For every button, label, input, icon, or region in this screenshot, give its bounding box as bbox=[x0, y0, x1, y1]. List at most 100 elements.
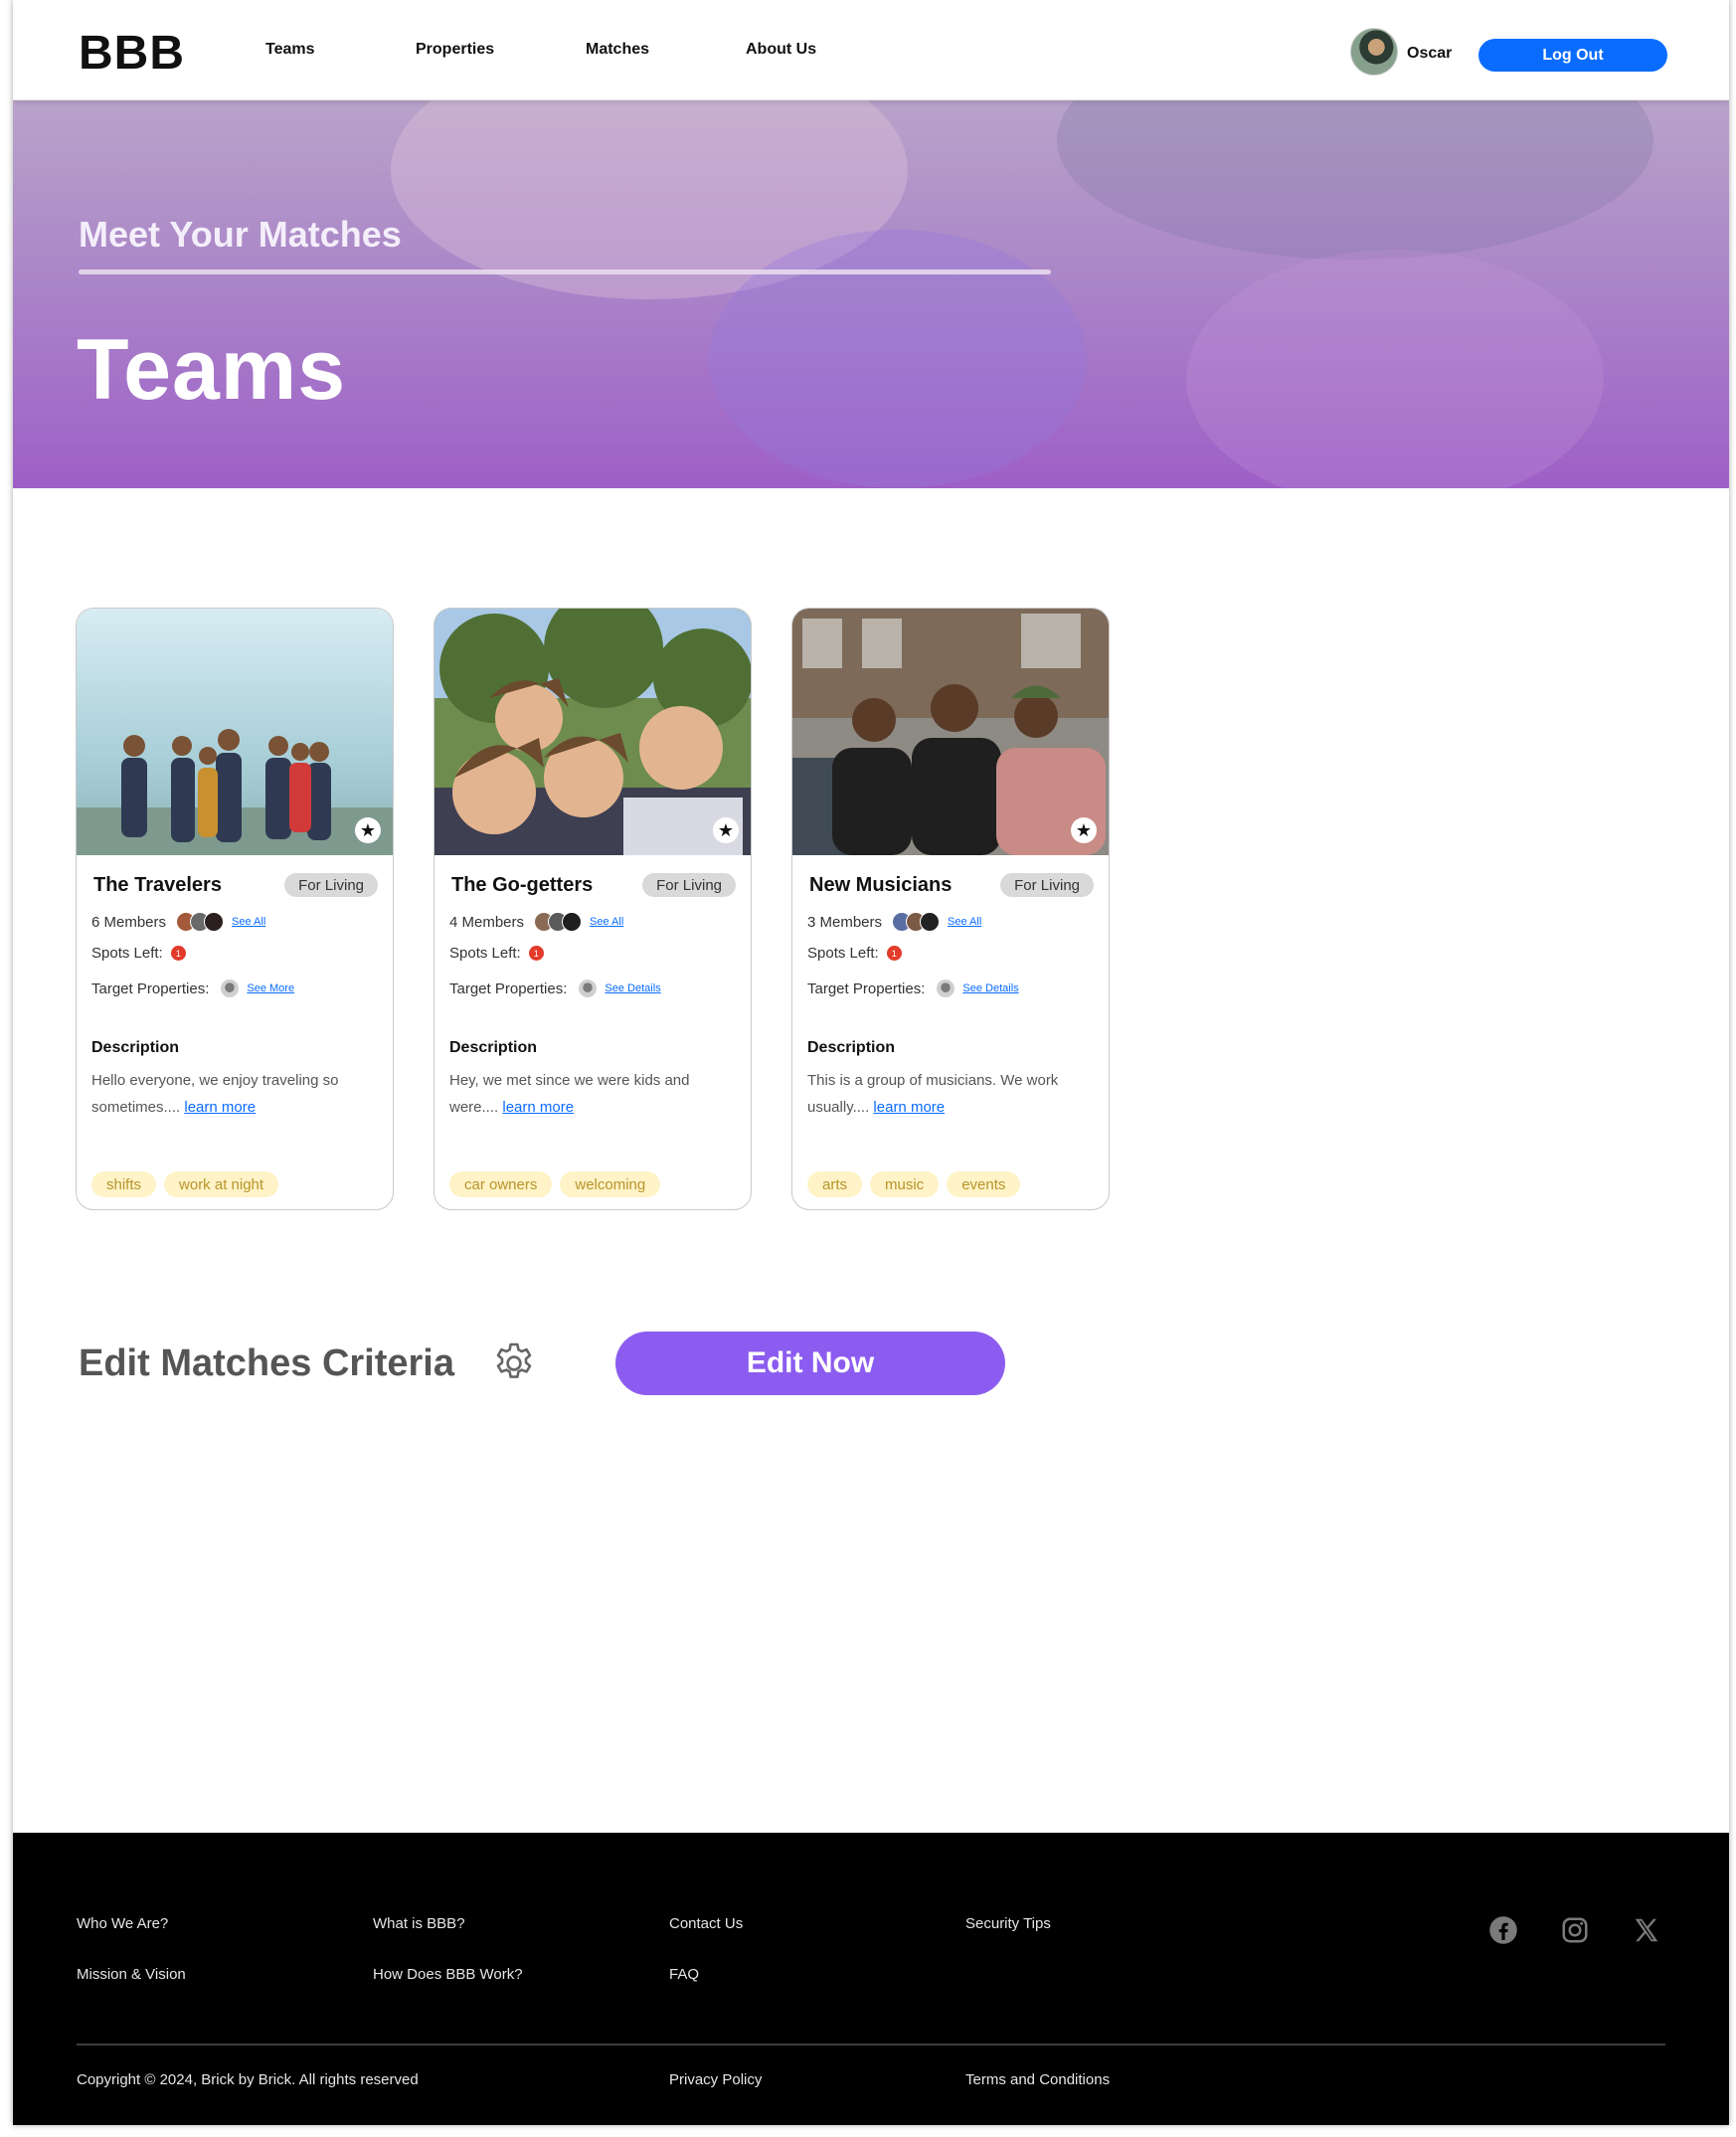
tag[interactable]: music bbox=[870, 1171, 940, 1197]
team-card[interactable]: ★ The Travelers For Living 6 Members See… bbox=[76, 608, 394, 1210]
team-photo bbox=[77, 609, 393, 855]
tag[interactable]: work at night bbox=[164, 1171, 279, 1197]
target-label: Target Properties: bbox=[91, 979, 210, 997]
nav-about-us[interactable]: About Us bbox=[746, 41, 816, 59]
members-count: 4 Members bbox=[449, 913, 525, 931]
tag-list: arts music events bbox=[807, 1171, 1021, 1197]
page-title: Teams bbox=[77, 322, 347, 418]
property-thumbnail-icon bbox=[579, 979, 598, 997]
footer-link-security-tips[interactable]: Security Tips bbox=[965, 1915, 1051, 1932]
learn-more-link[interactable]: learn more bbox=[184, 1099, 256, 1116]
logout-button[interactable]: Log Out bbox=[1478, 39, 1667, 72]
target-label: Target Properties: bbox=[449, 979, 568, 997]
hero-banner: Meet Your Matches Teams bbox=[13, 100, 1729, 488]
spots-row: Spots Left: 1 bbox=[91, 945, 186, 962]
hero-photo-overlay bbox=[709, 230, 1087, 488]
footer-link-what-is-bbb[interactable]: What is BBB? bbox=[373, 1915, 465, 1932]
team-name: The Go-getters bbox=[451, 874, 594, 896]
team-card[interactable]: ★ New Musicians For Living 3 Members See… bbox=[791, 608, 1110, 1210]
description-text: Hey, we met since we were kids and were.… bbox=[449, 1067, 738, 1121]
user-avatar[interactable] bbox=[1350, 28, 1398, 76]
spots-row: Spots Left: 1 bbox=[807, 945, 902, 962]
target-row: Target Properties: See Details bbox=[807, 979, 1019, 997]
learn-more-link[interactable]: learn more bbox=[873, 1099, 945, 1116]
nav-matches[interactable]: Matches bbox=[586, 41, 649, 59]
copyright-text: Copyright © 2024, Brick by Brick. All ri… bbox=[77, 2071, 419, 2088]
members-count: 3 Members bbox=[807, 913, 883, 931]
privacy-policy-link[interactable]: Privacy Policy bbox=[669, 2071, 762, 2088]
property-thumbnail-icon bbox=[937, 979, 955, 997]
footer-link-contact-us[interactable]: Contact Us bbox=[669, 1915, 743, 1932]
nav-teams[interactable]: Teams bbox=[265, 41, 315, 59]
hero-divider bbox=[79, 269, 1051, 274]
member-avatars bbox=[534, 912, 583, 932]
site-footer: Who We Are? What is BBB? Contact Us Secu… bbox=[13, 1833, 1729, 2125]
members-row: 6 Members See All bbox=[91, 912, 265, 932]
target-label: Target Properties: bbox=[807, 979, 926, 997]
spots-row: Spots Left: 1 bbox=[449, 945, 544, 962]
description-heading: Description bbox=[91, 1039, 180, 1056]
page: BBB Teams Properties Matches About Us Os… bbox=[13, 0, 1729, 2125]
terms-link[interactable]: Terms and Conditions bbox=[965, 2071, 1110, 2088]
spots-label: Spots Left: bbox=[91, 945, 163, 962]
top-navbar: BBB Teams Properties Matches About Us Os… bbox=[13, 0, 1729, 100]
team-type-badge: For Living bbox=[1000, 873, 1094, 897]
team-type-badge: For Living bbox=[284, 873, 378, 897]
x-icon[interactable] bbox=[1632, 1915, 1661, 1945]
tag[interactable]: arts bbox=[807, 1171, 863, 1197]
see-all-members-link[interactable]: See All bbox=[232, 916, 265, 928]
spots-label: Spots Left: bbox=[449, 945, 521, 962]
description-text: Hello everyone, we enjoy traveling so so… bbox=[91, 1067, 380, 1121]
spots-count-badge: 1 bbox=[170, 946, 186, 961]
nav-properties[interactable]: Properties bbox=[416, 41, 494, 59]
tag-list: car owners welcoming bbox=[449, 1171, 661, 1197]
property-thumbnail-icon bbox=[221, 979, 240, 997]
favorite-star-icon[interactable]: ★ bbox=[1071, 817, 1097, 843]
hero-photo-overlay bbox=[1057, 100, 1653, 260]
edit-now-button[interactable]: Edit Now bbox=[615, 1332, 1005, 1395]
brand-logo[interactable]: BBB bbox=[79, 26, 185, 81]
facebook-icon[interactable] bbox=[1488, 1915, 1518, 1945]
footer-link-who-we-are[interactable]: Who We Are? bbox=[77, 1915, 168, 1932]
see-all-members-link[interactable]: See All bbox=[948, 916, 981, 928]
members-row: 4 Members See All bbox=[449, 912, 623, 932]
gear-icon[interactable] bbox=[490, 1339, 538, 1387]
description-heading: Description bbox=[449, 1039, 538, 1056]
footer-link-faq[interactable]: FAQ bbox=[669, 1966, 699, 1983]
description-heading: Description bbox=[807, 1039, 896, 1056]
footer-link-how-bbb-works[interactable]: How Does BBB Work? bbox=[373, 1966, 523, 1983]
team-name: The Travelers bbox=[93, 874, 222, 896]
see-more-properties-link[interactable]: See More bbox=[247, 982, 294, 994]
learn-more-link[interactable]: learn more bbox=[502, 1099, 574, 1116]
description-text: This is a group of musicians. We work us… bbox=[807, 1067, 1096, 1121]
tag-list: shifts work at night bbox=[91, 1171, 279, 1197]
hero-eyebrow: Meet Your Matches bbox=[79, 214, 402, 255]
member-avatars bbox=[176, 912, 225, 932]
target-row: Target Properties: See More bbox=[91, 979, 294, 997]
hero-photo-overlay bbox=[1186, 250, 1604, 488]
edit-criteria-heading: Edit Matches Criteria bbox=[79, 1342, 454, 1384]
member-avatars bbox=[892, 912, 941, 932]
team-photo bbox=[434, 609, 751, 855]
team-photo bbox=[792, 609, 1109, 855]
instagram-icon[interactable] bbox=[1560, 1915, 1590, 1945]
favorite-star-icon[interactable]: ★ bbox=[713, 817, 739, 843]
team-name: New Musicians bbox=[809, 874, 953, 896]
favorite-star-icon[interactable]: ★ bbox=[355, 817, 381, 843]
tag[interactable]: car owners bbox=[449, 1171, 553, 1197]
footer-divider bbox=[77, 2044, 1665, 2046]
tag[interactable]: shifts bbox=[91, 1171, 157, 1197]
user-name[interactable]: Oscar bbox=[1407, 45, 1452, 63]
see-details-properties-link[interactable]: See Details bbox=[605, 982, 660, 994]
tag[interactable]: events bbox=[947, 1171, 1021, 1197]
spots-label: Spots Left: bbox=[807, 945, 879, 962]
tag[interactable]: welcoming bbox=[560, 1171, 661, 1197]
see-all-members-link[interactable]: See All bbox=[590, 916, 623, 928]
footer-link-mission-vision[interactable]: Mission & Vision bbox=[77, 1966, 186, 1983]
target-row: Target Properties: See Details bbox=[449, 979, 661, 997]
spots-count-badge: 1 bbox=[528, 946, 544, 961]
see-details-properties-link[interactable]: See Details bbox=[962, 982, 1018, 994]
members-row: 3 Members See All bbox=[807, 912, 981, 932]
team-card[interactable]: ★ The Go-getters For Living 4 Members Se… bbox=[434, 608, 752, 1210]
team-type-badge: For Living bbox=[642, 873, 736, 897]
